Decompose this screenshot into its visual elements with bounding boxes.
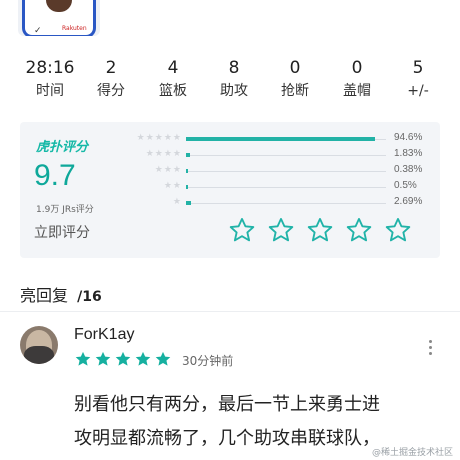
stat-rebounds: 4 篮板 bbox=[159, 58, 187, 99]
star-filled-icon bbox=[75, 351, 91, 366]
jersey-brand-text: Rakuten bbox=[62, 25, 87, 32]
player-image[interactable]: ✓ Rakuten bbox=[18, 0, 100, 36]
star-group-icon: ★ bbox=[172, 197, 182, 207]
hupu-rating-logo: 虎扑评分 bbox=[36, 140, 89, 155]
rating-row-4-stars: ★★★★ 1.83% bbox=[145, 148, 423, 159]
stat-assists: 8 助攻 bbox=[220, 58, 248, 99]
stat-blocks: 0 盖帽 bbox=[343, 58, 371, 99]
star-outline-icon[interactable] bbox=[345, 216, 373, 244]
nike-logo-icon: ✓ bbox=[34, 26, 42, 36]
star-group-icon: ★★★★★ bbox=[136, 133, 182, 143]
star-filled-icon bbox=[155, 351, 171, 366]
stat-plus-minus: 5 +/- bbox=[407, 58, 429, 99]
rating-score: 9.7 bbox=[34, 159, 76, 192]
more-options-icon[interactable] bbox=[426, 340, 434, 358]
replies-title: 亮回复 bbox=[20, 286, 69, 305]
comment-username[interactable]: ForK1ay bbox=[74, 326, 134, 344]
rating-bar-fill bbox=[186, 185, 188, 189]
star-outline-icon[interactable] bbox=[267, 216, 295, 244]
stat-minutes: 28:16 时间 bbox=[25, 58, 75, 99]
replies-count: /16 bbox=[77, 289, 102, 305]
star-outline-icon[interactable] bbox=[384, 216, 412, 244]
divider bbox=[0, 311, 460, 312]
player-stats-row: 28:16 时间 2 得分 4 篮板 8 助攻 0 抢断 0 盖帽 5 +/- bbox=[0, 58, 460, 100]
watermark: @稀土掘金技术社区 bbox=[372, 448, 454, 458]
star-filled-icon bbox=[135, 351, 151, 366]
star-group-icon: ★★ bbox=[163, 181, 182, 191]
avatar[interactable] bbox=[20, 326, 58, 364]
stat-steals: 0 抢断 bbox=[281, 58, 309, 99]
comment-time: 30分钟前 bbox=[182, 354, 234, 368]
rating-bar-fill bbox=[186, 201, 191, 205]
replies-header: 亮回复 /16 bbox=[20, 282, 102, 306]
rating-bar-fill bbox=[186, 153, 190, 157]
rating-count: 1.9万 JRs评分 bbox=[36, 205, 94, 215]
stat-points: 2 得分 bbox=[97, 58, 125, 99]
star-group-icon: ★★★ bbox=[154, 165, 182, 175]
rating-bar-fill bbox=[186, 169, 188, 173]
star-outline-icon[interactable] bbox=[228, 216, 256, 244]
rating-row-1-star: ★ 2.69% bbox=[172, 196, 423, 207]
rating-bar-fill bbox=[186, 137, 375, 141]
rating-row-2-stars: ★★ 0.5% bbox=[163, 180, 417, 191]
rate-now-label[interactable]: 立即评分 bbox=[34, 222, 90, 242]
star-group-icon: ★★★★ bbox=[145, 149, 182, 159]
star-filled-icon bbox=[95, 351, 111, 366]
star-outline-icon[interactable] bbox=[306, 216, 334, 244]
star-filled-icon bbox=[115, 351, 131, 366]
rating-row-3-stars: ★★★ 0.38% bbox=[154, 164, 423, 175]
rating-row-5-stars: ★★★★★ 94.6% bbox=[136, 132, 423, 143]
